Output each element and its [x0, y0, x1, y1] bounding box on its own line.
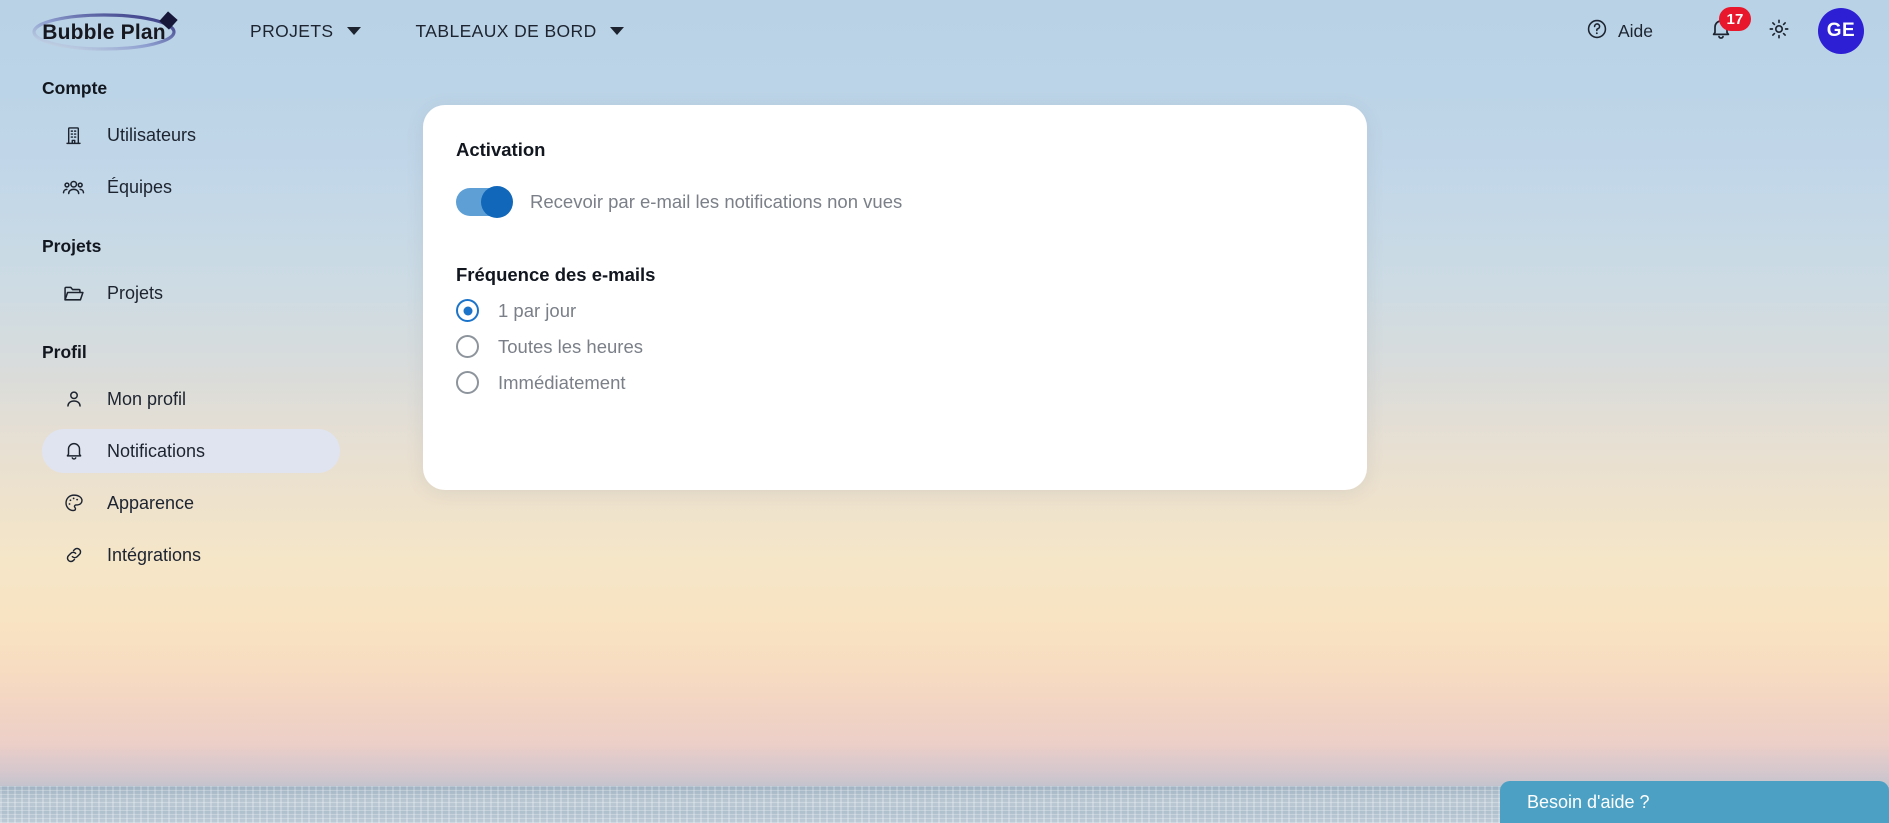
app-logo[interactable]: Bubble Plan	[28, 8, 186, 54]
email-notifications-toggle[interactable]	[456, 186, 513, 218]
folder-open-icon	[62, 282, 85, 305]
palette-icon	[62, 492, 85, 515]
bell-icon	[62, 440, 85, 463]
sidebar-item-utilisateurs[interactable]: Utilisateurs	[42, 113, 340, 157]
sidebar-item-notifications[interactable]: Notifications	[42, 429, 340, 473]
frequency-option-label: 1 par jour	[498, 299, 577, 321]
sidebar-group-title-compte: Compte	[42, 78, 108, 98]
notifications-settings-card: Activation Recevoir par e-mail les notif…	[423, 105, 1367, 490]
sidebar-item-equipes[interactable]: Équipes	[42, 165, 340, 209]
top-header: Bubble Plan PROJETS TABLEAUX DE BORD Aid…	[0, 0, 1889, 62]
frequency-option-1-par-jour[interactable]: 1 par jour	[456, 299, 1333, 322]
frequency-option-immediatement[interactable]: Immédiatement	[456, 371, 1333, 394]
sidebar-item-mon-profil[interactable]: Mon profil	[42, 377, 340, 421]
question-circle-icon	[1586, 18, 1608, 45]
sidebar-item-label: Notifications	[107, 440, 206, 461]
radio-icon	[456, 299, 479, 322]
notifications-badge: 17	[1719, 7, 1751, 31]
notifications-button[interactable]: 17	[1706, 7, 1751, 48]
help-link[interactable]: Aide	[1586, 18, 1653, 45]
radio-icon	[456, 335, 479, 358]
header-actions: Aide 17 GE	[1586, 7, 1864, 54]
sidebar-group-compte: Compte Utilisateurs Équipes	[0, 78, 370, 209]
sidebar: Compte Utilisateurs Équipes Projets Proj…	[0, 78, 370, 577]
radio-icon	[456, 371, 479, 394]
frequency-option-toutes-les-heures[interactable]: Toutes les heures	[456, 335, 1333, 358]
help-widget-button[interactable]: Besoin d'aide ?	[1500, 781, 1889, 823]
svg-text:Bubble Plan: Bubble Plan	[42, 21, 166, 44]
sidebar-group-projets: Projets Projets	[0, 236, 370, 315]
nav-tableaux-de-bord[interactable]: TABLEAUX DE BORD	[412, 15, 628, 48]
chevron-down-icon	[346, 27, 361, 35]
users-icon	[62, 176, 85, 199]
nav-projets[interactable]: PROJETS	[246, 15, 365, 48]
frequency-section-title: Fréquence des e-mails	[456, 264, 656, 285]
sidebar-item-label: Intégrations	[107, 544, 202, 565]
sidebar-group-title-projets: Projets	[42, 236, 102, 256]
link-icon	[62, 544, 85, 567]
sidebar-group-title-profil: Profil	[42, 342, 87, 362]
help-widget-label: Besoin d'aide ?	[1527, 791, 1650, 812]
sidebar-item-label: Projets	[107, 282, 164, 303]
activation-section-title: Activation	[456, 139, 546, 160]
sidebar-item-label: Utilisateurs	[107, 124, 197, 145]
sidebar-item-label: Apparence	[107, 492, 195, 513]
sidebar-group-profil: Profil Mon profil Notifications Apparenc…	[0, 342, 370, 577]
help-link-label: Aide	[1617, 20, 1653, 41]
sidebar-item-projets[interactable]: Projets	[42, 271, 340, 315]
settings-button[interactable]	[1767, 17, 1791, 46]
avatar[interactable]: GE	[1818, 8, 1864, 54]
activation-toggle-row: Recevoir par e-mail les notifications no…	[456, 186, 1333, 218]
sidebar-item-apparence[interactable]: Apparence	[42, 481, 340, 525]
email-notifications-toggle-label: Recevoir par e-mail les notifications no…	[530, 191, 903, 212]
chevron-down-icon	[609, 27, 624, 35]
user-icon	[62, 388, 85, 411]
frequency-option-label: Toutes les heures	[498, 335, 644, 357]
sidebar-item-integrations[interactable]: Intégrations	[42, 533, 340, 577]
frequency-option-label: Immédiatement	[498, 371, 626, 393]
sidebar-item-label: Mon profil	[107, 388, 187, 409]
toggle-knob	[481, 186, 513, 218]
sidebar-item-label: Équipes	[107, 176, 173, 197]
gear-icon	[1767, 17, 1791, 46]
nav-tableaux-de-bord-label: TABLEAUX DE BORD	[415, 20, 597, 41]
avatar-initials: GE	[1826, 20, 1856, 41]
nav-projets-label: PROJETS	[250, 20, 334, 41]
building-icon	[62, 124, 85, 147]
